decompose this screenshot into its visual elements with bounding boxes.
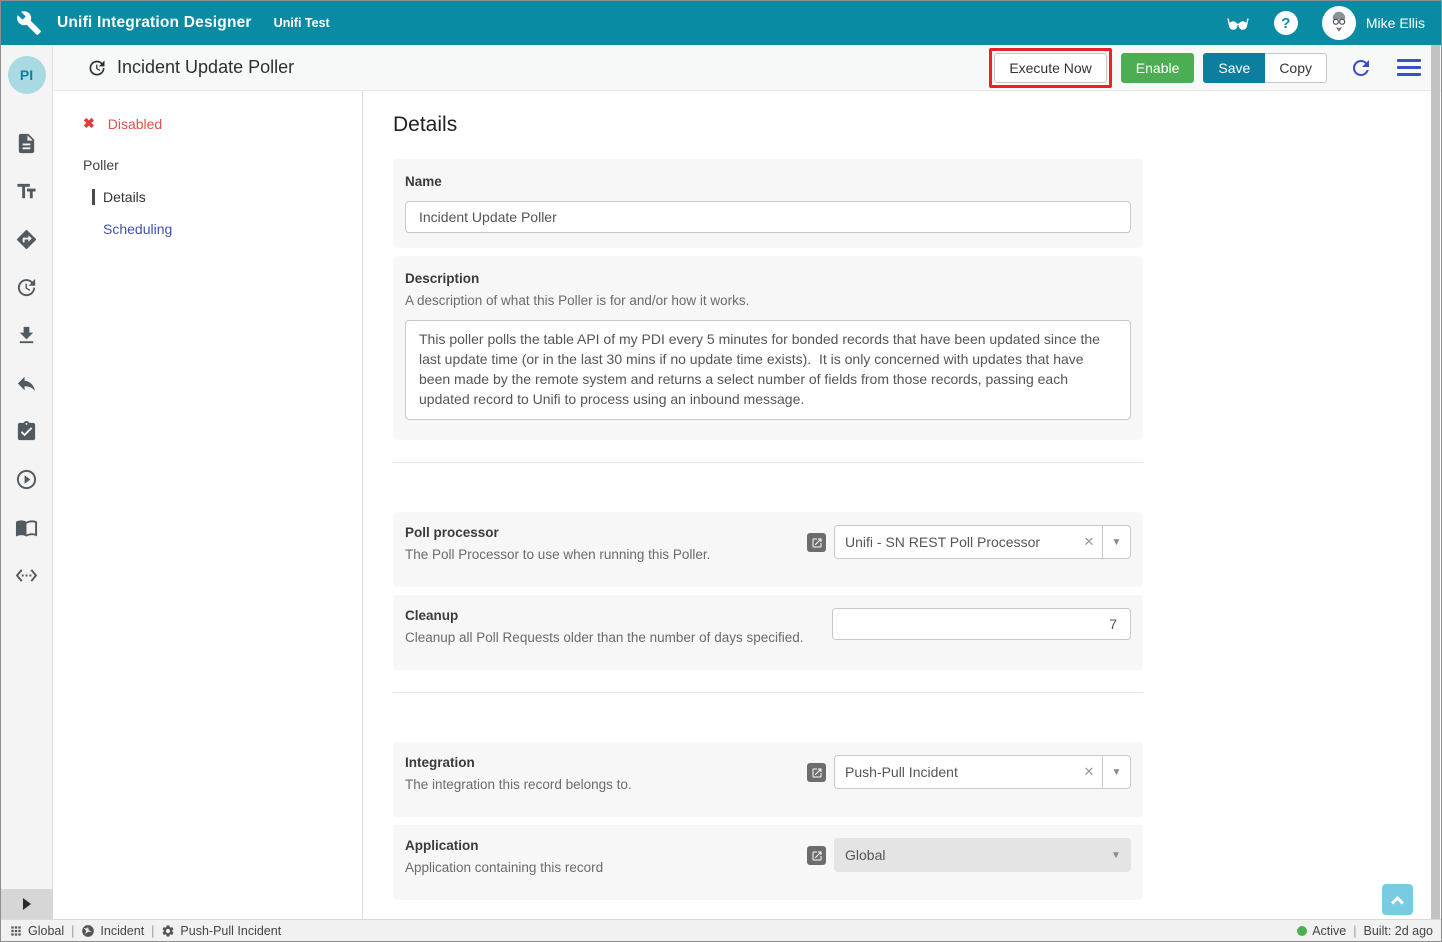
page-title: Incident Update Poller [117, 57, 294, 78]
task-check-icon[interactable] [1, 407, 53, 455]
record-item[interactable]: Incident [81, 924, 144, 938]
incident-icon [81, 924, 95, 938]
menu-icon[interactable] [1397, 59, 1421, 76]
poll-processor-label: Poll processor [405, 525, 787, 540]
poll-processor-help: The Poll Processor to use when running t… [405, 547, 787, 562]
copy-button[interactable]: Copy [1265, 53, 1327, 83]
reply-icon[interactable] [1, 359, 53, 407]
execute-now-highlight: Execute Now [989, 48, 1111, 88]
poll-processor-value: Unifi - SN REST Poll Processor [835, 526, 1076, 558]
document-icon[interactable] [1, 119, 53, 167]
open-record-icon[interactable] [807, 533, 826, 552]
enable-button[interactable]: Enable [1121, 53, 1195, 83]
sidebar-expand-button[interactable] [1, 889, 53, 919]
execute-now-button[interactable]: Execute Now [994, 53, 1106, 83]
status-bar: Global | Incident | Push-Pull Incident A… [1, 919, 1441, 941]
poller-update-icon [87, 58, 107, 78]
active-status-dot [1297, 926, 1307, 936]
help-icon[interactable]: ? [1274, 11, 1298, 35]
description-label: Description [405, 271, 1131, 286]
status-indicator: ✖ Disabled [83, 115, 362, 132]
download-icon[interactable] [1, 311, 53, 359]
integration-value: Push-Pull Incident [835, 756, 1076, 788]
record-avatar: PI [8, 56, 46, 94]
integration-label: Integration [405, 755, 787, 770]
integration-help: The integration this record belongs to. [405, 777, 787, 792]
chevron-down-icon: ▼ [1102, 839, 1130, 871]
record-nav-panel: ✖ Disabled Poller Details Scheduling [53, 91, 363, 919]
field-name: Name [393, 159, 1143, 248]
text-fields-icon[interactable] [1, 167, 53, 215]
app-window: Unifi Integration Designer Unifi Test ? … [0, 0, 1442, 942]
chevron-down-icon[interactable]: ▼ [1102, 756, 1130, 788]
save-button[interactable]: Save [1203, 53, 1265, 83]
user-name: Mike Ellis [1366, 15, 1425, 31]
name-input[interactable] [405, 201, 1131, 233]
field-integration: Integration The integration this record … [393, 742, 1143, 817]
play-circle-icon[interactable] [1, 455, 53, 503]
built-label: Built: 2d ago [1364, 924, 1434, 938]
name-label: Name [405, 174, 1131, 189]
cleanup-label: Cleanup [405, 608, 812, 623]
user-menu[interactable]: Mike Ellis [1322, 6, 1425, 40]
user-avatar [1322, 6, 1356, 40]
update-icon[interactable] [1, 263, 53, 311]
separator: | [71, 924, 74, 938]
record-label: Incident [100, 924, 144, 938]
application-label: Application [405, 838, 787, 853]
application-value: Global [835, 839, 1102, 871]
section-divider [393, 462, 1143, 463]
apps-grid-icon [9, 924, 23, 938]
integration-item[interactable]: Push-Pull Incident [161, 924, 281, 938]
clear-icon[interactable]: ✕ [1076, 756, 1102, 788]
chevron-up-icon [1391, 896, 1404, 909]
refresh-icon[interactable] [1349, 56, 1373, 80]
application-help: Application containing this record [405, 860, 787, 875]
open-record-icon[interactable] [807, 763, 826, 782]
nav-section-poller: Poller [83, 157, 362, 173]
nav-item-details[interactable]: Details [92, 189, 362, 205]
record-header: Incident Update Poller Execute Now Enabl… [53, 45, 1441, 91]
field-application: Application Application containing this … [393, 825, 1143, 900]
code-icon[interactable] [1, 551, 53, 599]
status-label: Disabled [108, 116, 162, 132]
integration-select[interactable]: Push-Pull Incident ✕ ▼ [834, 755, 1131, 789]
section-divider [393, 692, 1143, 693]
nav-item-scheduling[interactable]: Scheduling [92, 221, 362, 237]
left-icon-rail: PI [1, 45, 53, 919]
chevron-down-icon[interactable]: ▼ [1102, 526, 1130, 558]
form-heading: Details [393, 113, 1441, 137]
description-textarea[interactable]: This poller polls the table API of my PD… [405, 320, 1131, 420]
separator: | [1353, 924, 1356, 938]
field-poll-processor: Poll processor The Poll Processor to use… [393, 512, 1143, 587]
wrench-icon[interactable] [1, 1, 57, 45]
cleanup-help: Cleanup all Poll Requests older than the… [405, 630, 812, 645]
top-app-bar: Unifi Integration Designer Unifi Test ? … [1, 1, 1441, 45]
app-title: Unifi Integration Designer [57, 14, 252, 32]
description-help: A description of what this Poller is for… [405, 293, 1131, 308]
application-select: Global ▼ [834, 838, 1131, 872]
book-icon[interactable] [1, 503, 53, 551]
field-cleanup: Cleanup Cleanup all Poll Requests older … [393, 595, 1143, 670]
gear-icon [161, 924, 175, 938]
scope-item[interactable]: Global [9, 924, 64, 938]
details-form: Details Name Description A description o… [363, 91, 1441, 919]
integration-label: Push-Pull Incident [180, 924, 281, 938]
active-label: Active [1312, 924, 1346, 938]
open-record-icon[interactable] [807, 846, 826, 865]
glasses-icon[interactable] [1226, 11, 1250, 35]
clear-icon[interactable]: ✕ [1076, 526, 1102, 558]
scope-label: Global [28, 924, 64, 938]
poll-processor-select[interactable]: Unifi - SN REST Poll Processor ✕ ▼ [834, 525, 1131, 559]
scrollbar[interactable] [1431, 45, 1440, 919]
disabled-x-icon: ✖ [83, 115, 95, 132]
directions-icon[interactable] [1, 215, 53, 263]
field-description: Description A description of what this P… [393, 256, 1143, 440]
separator: | [151, 924, 154, 938]
cleanup-input[interactable] [832, 608, 1131, 640]
expand-arrow-icon [23, 898, 31, 910]
environment-label: Unifi Test [274, 16, 330, 30]
scroll-to-top-button[interactable] [1382, 884, 1413, 915]
